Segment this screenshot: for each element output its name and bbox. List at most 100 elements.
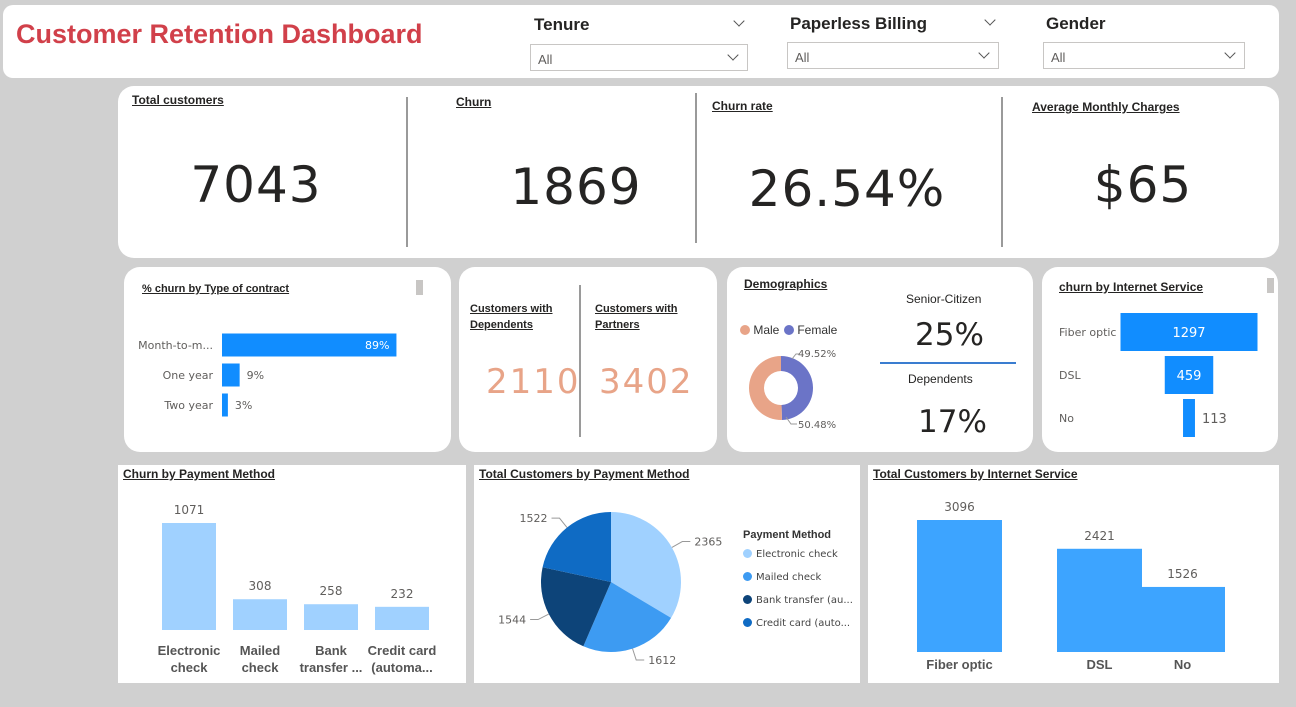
paperless-billing-dropdown-value: All [795,50,810,65]
partners-value: 3402 [599,362,694,402]
payment-churn-category-label: check [242,660,280,675]
payment-churn-card: Churn by Payment Method 1071 Electronic ch… [118,465,466,683]
contract-bar [222,393,228,417]
internet-total-bar [917,520,1002,652]
payment-churn-category-label: transfer ... [300,660,363,675]
chevron-down-icon [1224,47,1236,59]
internet-total-data-label: 1526 [1167,567,1198,581]
legend-item[interactable]: Bank transfer (au... [743,595,853,618]
internet-churn-category-label: DSL [1059,369,1081,382]
leader-line [671,541,691,548]
internet-churn-funnel-chart: Fiber optic 1297 DSL 459 No 113 [1059,313,1258,437]
legend-dot [743,618,752,627]
pie-data-label: 2365 [694,536,722,549]
payment-total-card: Total Customers by Payment Method 2365 16… [474,465,860,683]
contract-data-label: 3% [235,399,252,412]
legend-dot [743,549,752,558]
paperless-billing-dropdown[interactable]: All [787,42,999,69]
internet-total-category-label: DSL [1087,657,1113,672]
payment-legend-title: Payment Method [743,529,832,541]
tenure-dropdown[interactable]: All [530,44,748,71]
internet-total-data-label: 2421 [1084,529,1115,543]
internet-churn-data-label: 1297 [1172,326,1205,341]
kpi-divider [695,93,697,243]
payment-churn-bar [162,523,216,630]
senior-citizen-value: 25% [915,317,984,353]
internet-total-bar [1140,586,1225,652]
tenure-dropdown-value: All [538,52,553,67]
page-title: Customer Retention Dashboard [16,19,423,49]
chevron-down-icon [727,49,739,61]
payment-churn-data-label: 1071 [174,503,205,517]
leader-line [530,613,550,621]
dependents-label: Dependents [908,372,973,386]
donut-label-male: 50.48% [798,420,836,431]
internet-total-data-label: 3096 [944,500,975,514]
header-bar: Customer Retention Dashboard Tenure All … [3,5,1279,78]
payment-churn-bar [233,599,287,630]
legend-item[interactable]: Credit card (auto... [743,618,853,641]
chevron-down-icon [978,47,990,59]
demographics-card: Demographics Male Female 49.52% 50.48% Se… [727,267,1033,452]
filter-label-tenure: Tenure [534,15,590,34]
gender-dropdown[interactable]: All [1043,42,1245,69]
donut-label-female: 49.52% [798,349,836,360]
senior-citizen-label: Senior-Citizen [906,292,982,306]
gender-dropdown-value: All [1051,50,1066,65]
leader-line [551,517,568,528]
dependents-title: Customers with Dependents [470,303,553,331]
legend-label: Bank transfer (au... [756,595,853,606]
payment-churn-category-label: (automa... [371,660,432,675]
pie-data-label: 1544 [498,614,526,627]
payment-churn-bar [304,604,358,630]
payment-churn-category-label: Bank [315,643,348,658]
kpi-title-churn: Churn [456,95,492,109]
internet-churn-data-label: 113 [1202,412,1227,427]
payment-churn-category-label: check [171,660,209,675]
kpi-panel: Total customers 7043 Churn 1869 Churn ra… [118,86,1279,258]
donut-slice-female [781,356,813,420]
filter-label-gender: Gender [1046,14,1106,33]
internet-total-category-label: No [1174,657,1191,672]
gender-donut-chart: 49.52% 50.48% [748,349,836,431]
kpi-title-average-monthly-charges: Average Monthly Charges [1032,100,1180,114]
dependents-value: 2110 [486,362,581,402]
chevron-down-icon[interactable] [984,14,996,26]
internet-churn-category-label: Fiber optic [1059,326,1116,339]
payment-churn-category-label: Electronic [158,643,221,658]
pie-data-label: 1522 [520,512,548,525]
contract-bar [222,363,240,387]
partners-title: Customers with Partners [595,303,678,331]
legend-item[interactable]: Electronic check [743,549,853,572]
contract-category-label: One year [163,369,214,382]
household-card: Customers with Dependents 2110 Customers… [459,267,717,452]
legend-label: Credit card (auto... [756,618,851,629]
legend-dot [743,572,752,581]
kpi-value-churn-rate: 26.54% [748,160,946,218]
internet-total-bar [1057,548,1142,652]
payment-churn-data-label: 232 [391,587,414,601]
payment-legend: Electronic check Mailed check Bank transfe… [743,549,853,641]
internet-total-bar-chart: 3096 Fiber optic 2421 DSL 1526 No [917,500,1225,672]
demographics-separator [880,362,1016,364]
legend-dot [743,595,752,604]
donut-slice-male [748,356,782,420]
leader-line [632,648,645,661]
internet-churn-data-label: 459 [1177,369,1202,384]
kpi-value-churn: 1869 [510,158,642,216]
contract-data-label: 89% [365,339,389,352]
legend-item[interactable]: Mailed check [743,572,853,595]
internet-churn-card: churn by Internet Service Fiber optic 129… [1042,267,1278,452]
internet-total-category-label: Fiber optic [926,657,992,672]
contract-churn-card: % churn by Type of contract Month-to-m..… [124,267,451,452]
payment-churn-data-label: 308 [249,579,272,593]
payment-churn-bar [375,606,429,630]
payment-churn-category-label: Credit card [368,643,437,658]
internet-total-card: Total Customers by Internet Service 3096… [868,465,1279,683]
contract-data-label: 9% [247,369,264,382]
payment-churn-bar-chart: 1071 Electronic check 308 Mailed check 258 Bank… [158,503,437,675]
kpi-divider [406,97,408,247]
internet-churn-category-label: No [1059,412,1074,425]
household-divider [579,285,581,437]
chevron-down-icon[interactable] [733,15,745,27]
